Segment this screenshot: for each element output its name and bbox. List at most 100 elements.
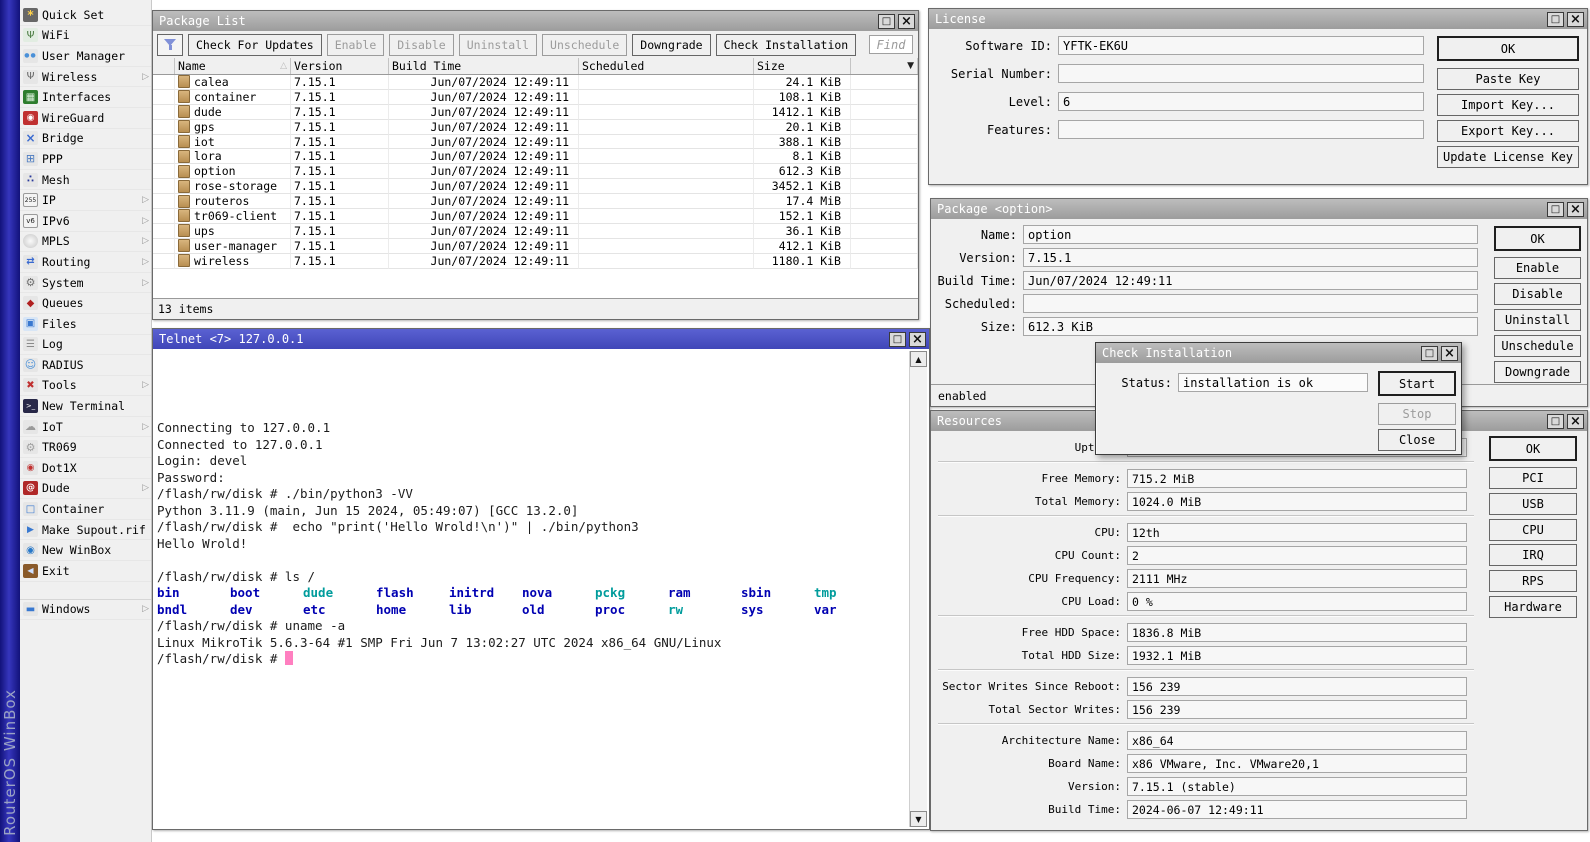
check-installation-titlebar[interactable]: Check Installation □ ×: [1096, 343, 1461, 363]
package-option-field-name[interactable]: option: [1023, 225, 1478, 244]
close-icon[interactable]: ×: [1567, 414, 1584, 429]
close-icon[interactable]: ×: [898, 14, 915, 29]
sidebar-item-windows[interactable]: Windows▷: [20, 599, 151, 621]
sidebar-item-container[interactable]: Container: [20, 499, 151, 520]
sidebar-item-new-winbox[interactable]: New WinBox: [20, 540, 151, 561]
pci-button[interactable]: PCI: [1489, 467, 1577, 489]
sidebar-item-exit[interactable]: Exit: [20, 561, 151, 582]
resources-field-free-memory[interactable]: 715.2 MiB: [1127, 469, 1467, 488]
table-row[interactable]: routeros7.15.1Jun/07/2024 12:49:1117.4 M…: [153, 194, 918, 209]
resources-field-total-hdd-size[interactable]: 1932.1 MiB: [1127, 646, 1467, 665]
table-row[interactable]: wireless7.15.1Jun/07/2024 12:49:111180.1…: [153, 254, 918, 269]
license-field-serial-number[interactable]: [1058, 64, 1424, 83]
license-titlebar[interactable]: License □ ×: [929, 9, 1587, 29]
close-icon[interactable]: ×: [1441, 346, 1458, 361]
hardware-button[interactable]: Hardware: [1489, 596, 1577, 618]
sidebar-item-tr069[interactable]: TR069: [20, 437, 151, 458]
sidebar-item-mesh[interactable]: Mesh: [20, 170, 151, 191]
cpu-button[interactable]: CPU: [1489, 519, 1577, 541]
table-row[interactable]: rose-storage7.15.1Jun/07/2024 12:49:1134…: [153, 179, 918, 194]
table-row[interactable]: tr069-client7.15.1Jun/07/2024 12:49:1115…: [153, 209, 918, 224]
filter-button[interactable]: [157, 34, 183, 56]
maximize-icon[interactable]: □: [1547, 12, 1564, 27]
resources-field-architecture-name[interactable]: x86_64: [1127, 731, 1467, 750]
package-list-titlebar[interactable]: Package List □ ×: [153, 11, 918, 31]
resources-field-cpu-count[interactable]: 2: [1127, 546, 1467, 565]
table-row[interactable]: gps7.15.1Jun/07/2024 12:49:1120.1 KiB: [153, 120, 918, 135]
column-header-size[interactable]: Size: [754, 58, 851, 74]
maximize-icon[interactable]: □: [878, 14, 895, 29]
resources-field-total-memory[interactable]: 1024.0 MiB: [1127, 492, 1467, 511]
license-field-level[interactable]: 6: [1058, 92, 1424, 111]
irq-button[interactable]: IRQ: [1489, 544, 1577, 566]
resources-field-version[interactable]: 7.15.1 (stable): [1127, 777, 1467, 796]
uninstall-button[interactable]: Uninstall: [459, 34, 537, 56]
table-row[interactable]: calea7.15.1Jun/07/2024 12:49:1124.1 KiB: [153, 75, 918, 90]
enable-button[interactable]: Enable: [1494, 257, 1581, 279]
unschedule-button[interactable]: Unschedule: [1494, 335, 1581, 357]
import-key-button[interactable]: Import Key...: [1437, 94, 1579, 116]
resources-field-total-sector-writes[interactable]: 156 239: [1127, 700, 1467, 719]
terminal-output[interactable]: Connecting to 127.0.0.1Connected to 127.…: [156, 352, 908, 826]
enable-button[interactable]: Enable: [327, 34, 385, 56]
sidebar-item-radius[interactable]: RADIUS: [20, 355, 151, 376]
package-option-field-version[interactable]: 7.15.1: [1023, 248, 1478, 267]
status-field[interactable]: installation is ok: [1178, 373, 1368, 392]
package-option-field-size[interactable]: 612.3 KiB: [1023, 317, 1478, 336]
start-button[interactable]: Start: [1378, 371, 1456, 396]
check-installation-button[interactable]: Check Installation: [716, 34, 857, 56]
scroll-up-icon[interactable]: ▲: [910, 351, 927, 367]
sidebar-item-quick-set[interactable]: Quick Set: [20, 5, 151, 26]
maximize-icon[interactable]: □: [889, 332, 906, 347]
uninstall-button[interactable]: Uninstall: [1494, 309, 1581, 331]
resources-field-cpu-load[interactable]: 0 %: [1127, 592, 1467, 611]
ok-button[interactable]: OK: [1437, 36, 1579, 61]
ok-button[interactable]: OK: [1489, 436, 1577, 461]
resources-field-cpu[interactable]: 12th: [1127, 523, 1467, 542]
table-row[interactable]: dude7.15.1Jun/07/2024 12:49:111412.1 KiB: [153, 105, 918, 120]
table-row[interactable]: user-manager7.15.1Jun/07/2024 12:49:1141…: [153, 239, 918, 254]
table-row[interactable]: iot7.15.1Jun/07/2024 12:49:11388.1 KiB: [153, 135, 918, 150]
close-icon[interactable]: ×: [1567, 12, 1584, 27]
maximize-icon[interactable]: □: [1421, 346, 1438, 361]
table-row[interactable]: option7.15.1Jun/07/2024 12:49:11612.3 Ki…: [153, 164, 918, 179]
close-icon[interactable]: ×: [909, 332, 926, 347]
resources-field-free-hdd-space[interactable]: 1836.8 MiB: [1127, 623, 1467, 642]
column-select-icon[interactable]: ▼: [907, 61, 914, 71]
sidebar-item-dot1x[interactable]: Dot1X: [20, 458, 151, 479]
sidebar-item-system[interactable]: System▷: [20, 273, 151, 294]
sidebar-item-bridge[interactable]: Bridge: [20, 129, 151, 150]
table-row[interactable]: ups7.15.1Jun/07/2024 12:49:1136.1 KiB: [153, 224, 918, 239]
rps-button[interactable]: RPS: [1489, 570, 1577, 592]
check-for-updates-button[interactable]: Check For Updates: [188, 34, 322, 56]
package-option-field-scheduled[interactable]: [1023, 294, 1478, 313]
scroll-down-icon[interactable]: ▼: [910, 811, 927, 827]
disable-button[interactable]: Disable: [389, 34, 453, 56]
downgrade-button[interactable]: Downgrade: [632, 34, 710, 56]
sidebar-item-iot[interactable]: IoT▷: [20, 417, 151, 438]
usb-button[interactable]: USB: [1489, 493, 1577, 515]
maximize-icon[interactable]: □: [1547, 202, 1564, 217]
sidebar-item-new-terminal[interactable]: New Terminal: [20, 396, 151, 417]
sidebar-item-user-manager[interactable]: User Manager: [20, 46, 151, 67]
sidebar-item-tools[interactable]: Tools▷: [20, 376, 151, 397]
column-header-scheduled[interactable]: Scheduled: [579, 58, 754, 74]
header-icon-column[interactable]: [153, 58, 175, 74]
sidebar-item-ppp[interactable]: PPP: [20, 149, 151, 170]
update-license-key-button[interactable]: Update License Key: [1437, 146, 1579, 168]
paste-key-button[interactable]: Paste Key: [1437, 68, 1579, 90]
license-field-features[interactable]: [1058, 120, 1424, 139]
sidebar-item-ipv6[interactable]: IPv6▷: [20, 211, 151, 232]
resources-field-cpu-frequency[interactable]: 2111 MHz: [1127, 569, 1467, 588]
sidebar-item-wireless[interactable]: Wireless▷: [20, 67, 151, 88]
ok-button[interactable]: OK: [1494, 226, 1581, 251]
sidebar-item-ip[interactable]: IP▷: [20, 190, 151, 211]
resources-field-board-name[interactable]: x86 VMware, Inc. VMware20,1: [1127, 754, 1467, 773]
column-header-build-time[interactable]: Build Time: [389, 58, 579, 74]
unschedule-button[interactable]: Unschedule: [542, 34, 627, 56]
package-option-titlebar[interactable]: Package <option> □ ×: [931, 199, 1587, 219]
export-key-button[interactable]: Export Key...: [1437, 120, 1579, 142]
terminal-scrollbar[interactable]: ▲ ▼: [909, 351, 927, 827]
sidebar-item-mpls[interactable]: MPLS▷: [20, 232, 151, 253]
stop-button[interactable]: Stop: [1378, 403, 1456, 425]
